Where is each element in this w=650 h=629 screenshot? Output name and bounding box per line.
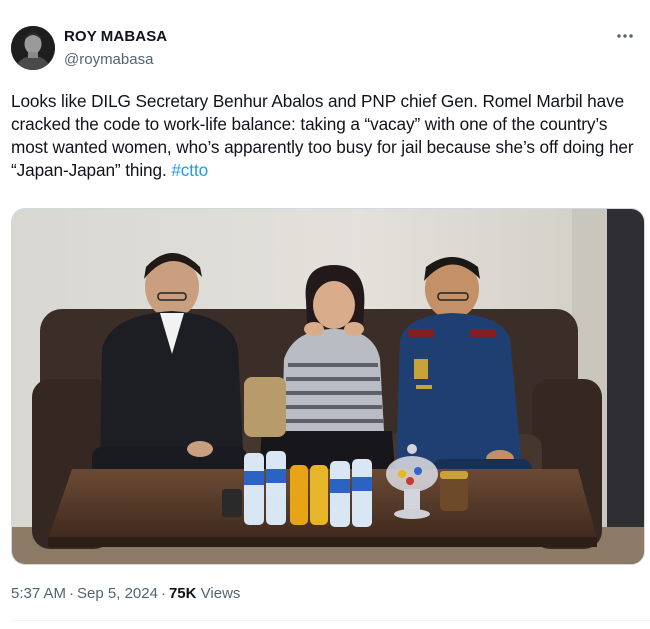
tweet-text: Looks like DILG Secretary Benhur Abalos … xyxy=(11,90,643,182)
avatar[interactable] xyxy=(11,26,55,70)
tweet-meta: 5:37 AM · Sep 5, 2024 · 75K Views xyxy=(11,585,240,602)
meta-separator: · xyxy=(69,585,75,602)
meta-separator: · xyxy=(160,585,166,602)
tweet-photo[interactable] xyxy=(11,208,645,565)
tweet-time[interactable]: 5:37 AM xyxy=(11,585,66,602)
author-display-name[interactable]: ROY MABASA xyxy=(64,28,167,45)
divider xyxy=(11,620,650,621)
hashtag-link[interactable]: #ctto xyxy=(171,160,208,180)
more-options-button[interactable] xyxy=(610,24,640,48)
views-count: 75K xyxy=(168,585,197,602)
tweet-date[interactable]: Sep 5, 2024 xyxy=(77,585,158,602)
more-horizontal-icon xyxy=(617,34,633,38)
tweet-body: Looks like DILG Secretary Benhur Abalos … xyxy=(11,91,634,180)
author-handle[interactable]: @roymabasa xyxy=(64,51,153,68)
views-label: Views xyxy=(200,585,241,602)
tweet-card: ROY MABASA @roymabasa Looks like DILG Se… xyxy=(0,0,650,629)
